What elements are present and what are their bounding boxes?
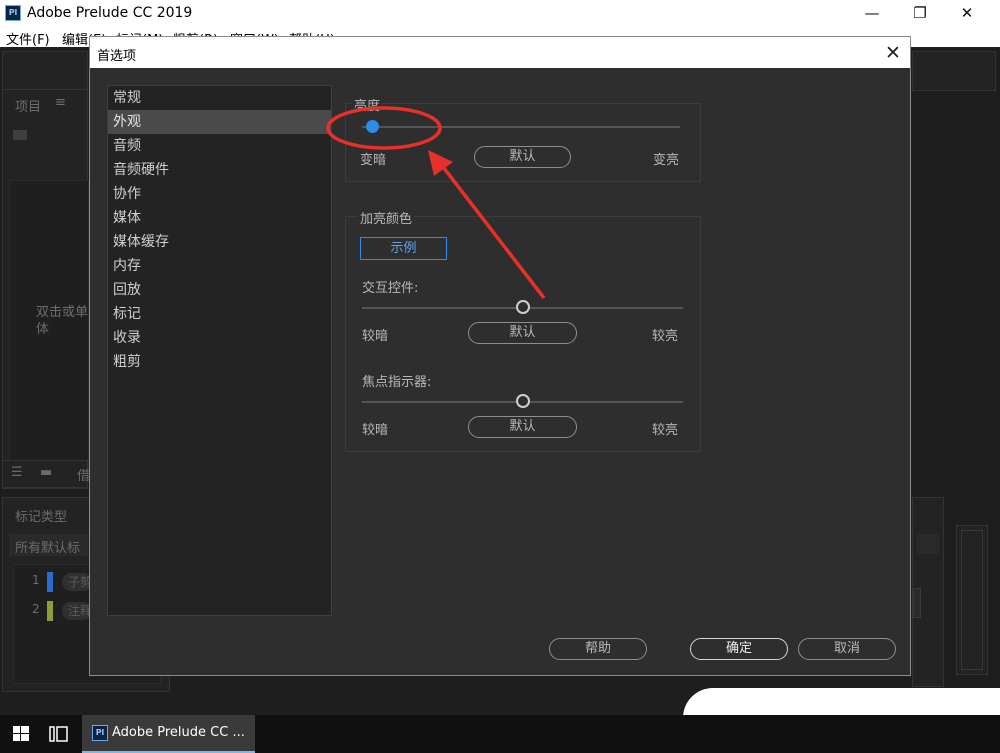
project-panel-toolbar: ☰ ▬ 借 — [2, 460, 90, 488]
help-button[interactable]: 帮助 — [549, 638, 647, 660]
category-playback[interactable]: 回放 — [108, 278, 331, 302]
right-panel-field[interactable] — [917, 534, 939, 554]
interactive-min-label: 较暗 — [362, 329, 389, 344]
category-ingest[interactable]: 收录 — [108, 326, 331, 350]
highlight-sample-button[interactable]: 示例 — [360, 237, 447, 260]
interactive-controls-label: 交互控件: — [362, 281, 419, 296]
audio-meter-panel — [956, 525, 988, 675]
minimize-button[interactable]: — — [849, 0, 895, 27]
interactive-max-label: 较亮 — [652, 329, 679, 344]
project-panel: 项目 ≡ 双击或单 体 — [2, 89, 89, 489]
right-panel-control[interactable] — [913, 588, 921, 618]
brightness-group — [345, 103, 701, 182]
brightness-min-label: 变暗 — [360, 153, 387, 168]
project-drop-area[interactable]: 双击或单 体 — [9, 180, 89, 470]
marker-row-label[interactable]: 子剪 — [62, 573, 92, 591]
category-appearance[interactable]: 外观 — [108, 110, 331, 134]
prelude-taskbar-icon: Pl — [92, 725, 108, 741]
marker-row-number: 1 — [32, 573, 40, 587]
category-audio[interactable]: 音频 — [108, 134, 331, 158]
marker-row-number: 2 — [32, 602, 40, 616]
interactive-slider-thumb[interactable] — [515, 300, 530, 314]
project-panel-title: 项目 — [15, 100, 42, 115]
interactive-default-button[interactable]: 默认 — [468, 322, 577, 344]
marker-color-swatch — [47, 601, 53, 621]
marker-filter-label: 所有默认标 — [15, 541, 81, 556]
marker-panel-title: 标记类型 — [15, 510, 68, 525]
category-memory[interactable]: 内存 — [108, 254, 331, 278]
right-side-panel — [912, 497, 944, 687]
brightness-slider-track[interactable] — [362, 126, 680, 128]
brightness-max-label: 变亮 — [653, 153, 680, 168]
highlight-color-label: 加亮颜色 — [358, 208, 415, 227]
category-markers[interactable]: 标记 — [108, 302, 331, 326]
focus-indicator-label: 焦点指示器: — [362, 375, 432, 390]
prelude-logo-icon: Pl — [5, 5, 21, 21]
brightness-default-button[interactable]: 默认 — [474, 146, 571, 168]
brightness-label: 亮度 — [352, 95, 383, 114]
preferences-dialog: 首选项 ✕ 常规 外观 音频 音频硬件 协作 媒体 媒体缓存 内存 回放 标记 … — [89, 36, 911, 676]
folder-icon — [13, 130, 27, 140]
brightness-slider-thumb[interactable] — [366, 120, 379, 133]
task-view-icon[interactable] — [45, 722, 73, 746]
taskbar: Pl Adobe Prelude CC ... — [0, 715, 1000, 753]
top-right-strip-panel — [912, 51, 996, 91]
dialog-title: 首选项 — [97, 49, 137, 64]
dialog-titlebar: 首选项 ✕ — [90, 37, 910, 68]
window-titlebar: Pl Adobe Prelude CC 2019 — ❐ ✕ — [0, 0, 1000, 27]
window-title: Adobe Prelude CC 2019 — [27, 5, 193, 21]
list-view-icon[interactable]: ☰ — [11, 465, 23, 480]
category-collaboration[interactable]: 协作 — [108, 182, 331, 206]
top-strip-panel — [2, 51, 88, 91]
cancel-button[interactable]: 取消 — [798, 638, 896, 660]
category-list: 常规 外观 音频 音频硬件 协作 媒体 媒体缓存 内存 回放 标记 收录 粗剪 — [107, 85, 332, 616]
marker-filter[interactable]: 所有默认标 — [9, 534, 91, 556]
marker-row-label[interactable]: 注释 — [62, 602, 92, 620]
dialog-close-button[interactable]: ✕ — [880, 40, 906, 66]
focus-max-label: 较亮 — [652, 423, 679, 438]
focus-min-label: 较暗 — [362, 423, 389, 438]
category-audio-hardware[interactable]: 音频硬件 — [108, 158, 331, 182]
project-hint-text-2: 体 — [36, 322, 50, 337]
category-media-cache[interactable]: 媒体缓存 — [108, 230, 331, 254]
menu-file[interactable]: 文件(F) — [6, 29, 50, 48]
category-media[interactable]: 媒体 — [108, 206, 331, 230]
marker-color-swatch — [47, 572, 53, 592]
audio-meter — [961, 530, 983, 670]
category-rough-cut[interactable]: 粗剪 — [108, 350, 331, 374]
category-general[interactable]: 常规 — [108, 86, 331, 110]
focus-default-button[interactable]: 默认 — [468, 416, 577, 438]
ok-button[interactable]: 确定 — [690, 638, 788, 660]
maximize-button[interactable]: ❐ — [897, 0, 943, 27]
panel-menu-icon[interactable]: ≡ — [55, 95, 66, 110]
focus-slider-thumb[interactable] — [515, 394, 530, 408]
icon-view-icon[interactable]: ▬ — [40, 465, 52, 480]
taskbar-prelude-button[interactable]: Pl Adobe Prelude CC ... — [82, 715, 255, 753]
close-window-button[interactable]: ✕ — [944, 0, 990, 27]
taskbar-prelude-label: Adobe Prelude CC ... — [112, 725, 245, 740]
windows-start-icon[interactable] — [6, 720, 36, 748]
